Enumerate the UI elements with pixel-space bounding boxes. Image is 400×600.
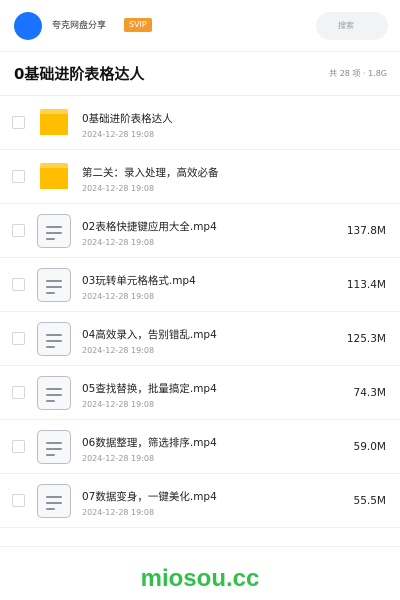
folder-icon	[36, 106, 72, 140]
item-size: 59.0M	[353, 441, 386, 453]
row-checkbox[interactable]	[12, 170, 25, 183]
item-name[interactable]: 06数据整理，筛选排序.mp4	[82, 436, 217, 450]
video-file-icon	[36, 322, 72, 356]
bottom-divider	[0, 546, 400, 547]
video-file-icon	[36, 214, 72, 248]
video-file-icon	[36, 484, 72, 518]
video-file-icon	[36, 268, 72, 302]
list-item[interactable]: 04高效录入，告别错乱.mp4 2024-12-28 19:08 125.3M	[0, 312, 400, 366]
item-date: 2024-12-28 19:08	[82, 238, 155, 247]
item-name[interactable]: 第二关：录入处理，高效必备	[82, 166, 219, 180]
list-item[interactable]: 03玩转单元格格式.mp4 2024-12-28 19:08 113.4M	[0, 258, 400, 312]
list-item[interactable]: 05查找替换，批量搞定.mp4 2024-12-28 19:08 74.3M	[0, 366, 400, 420]
item-name[interactable]: 0基础进阶表格达人	[82, 112, 173, 126]
item-name[interactable]: 04高效录入，告别错乱.mp4	[82, 328, 217, 342]
row-checkbox[interactable]	[12, 494, 25, 507]
list-item[interactable]: 06数据整理，筛选排序.mp4 2024-12-28 19:08 59.0M	[0, 420, 400, 474]
svip-badge[interactable]: SVIP	[124, 18, 152, 32]
app-header: 夸克网盘分享 SVIP 搜索	[0, 0, 400, 52]
row-checkbox[interactable]	[12, 386, 25, 399]
folder-meta: 共 28 项 · 1.8G	[329, 69, 387, 78]
search-placeholder: 搜索	[338, 21, 354, 30]
item-date: 2024-12-28 19:08	[82, 400, 155, 409]
item-date: 2024-12-28 19:08	[82, 346, 155, 355]
list-item[interactable]: 07数据变身，一键美化.mp4 2024-12-28 19:08 55.5M	[0, 474, 400, 528]
row-checkbox[interactable]	[12, 332, 25, 345]
video-file-icon	[36, 430, 72, 464]
item-size: 74.3M	[353, 387, 386, 399]
search-input[interactable]: 搜索	[316, 12, 388, 40]
item-date: 2024-12-28 19:08	[82, 130, 155, 139]
avatar[interactable]	[14, 12, 42, 40]
list-item[interactable]: 02表格快捷键应用大全.mp4 2024-12-28 19:08 137.8M	[0, 204, 400, 258]
item-name[interactable]: 03玩转单元格格式.mp4	[82, 274, 196, 288]
item-size: 137.8M	[346, 225, 386, 237]
item-date: 2024-12-28 19:08	[82, 184, 155, 193]
watermark-text: miosou.cc	[140, 565, 260, 592]
item-name[interactable]: 07数据变身，一键美化.mp4	[82, 490, 217, 504]
item-date: 2024-12-28 19:08	[82, 508, 155, 517]
item-date: 2024-12-28 19:08	[82, 292, 155, 301]
row-checkbox[interactable]	[12, 116, 25, 129]
item-size: 113.4M	[346, 279, 386, 291]
folder-icon	[36, 160, 72, 194]
row-checkbox[interactable]	[12, 440, 25, 453]
item-name[interactable]: 05查找替换，批量搞定.mp4	[82, 382, 217, 396]
folder-titlebar: 0基础进阶表格达人 共 28 项 · 1.8G	[0, 52, 400, 96]
video-file-icon	[36, 376, 72, 410]
list-item[interactable]: 0基础进阶表格达人 2024-12-28 19:08	[0, 96, 400, 150]
row-checkbox[interactable]	[12, 224, 25, 237]
item-size: 55.5M	[353, 495, 386, 507]
list-item[interactable]: 第二关：录入处理，高效必备 2024-12-28 19:08	[0, 150, 400, 204]
brand-name: 夸克网盘分享	[52, 21, 107, 31]
file-list: 0基础进阶表格达人 2024-12-28 19:08 第二关：录入处理，高效必备…	[0, 96, 400, 528]
page-title: 0基础进阶表格达人	[14, 65, 145, 83]
item-size: 125.3M	[346, 333, 386, 345]
item-name[interactable]: 02表格快捷键应用大全.mp4	[82, 220, 217, 234]
item-date: 2024-12-28 19:08	[82, 454, 155, 463]
row-checkbox[interactable]	[12, 278, 25, 291]
